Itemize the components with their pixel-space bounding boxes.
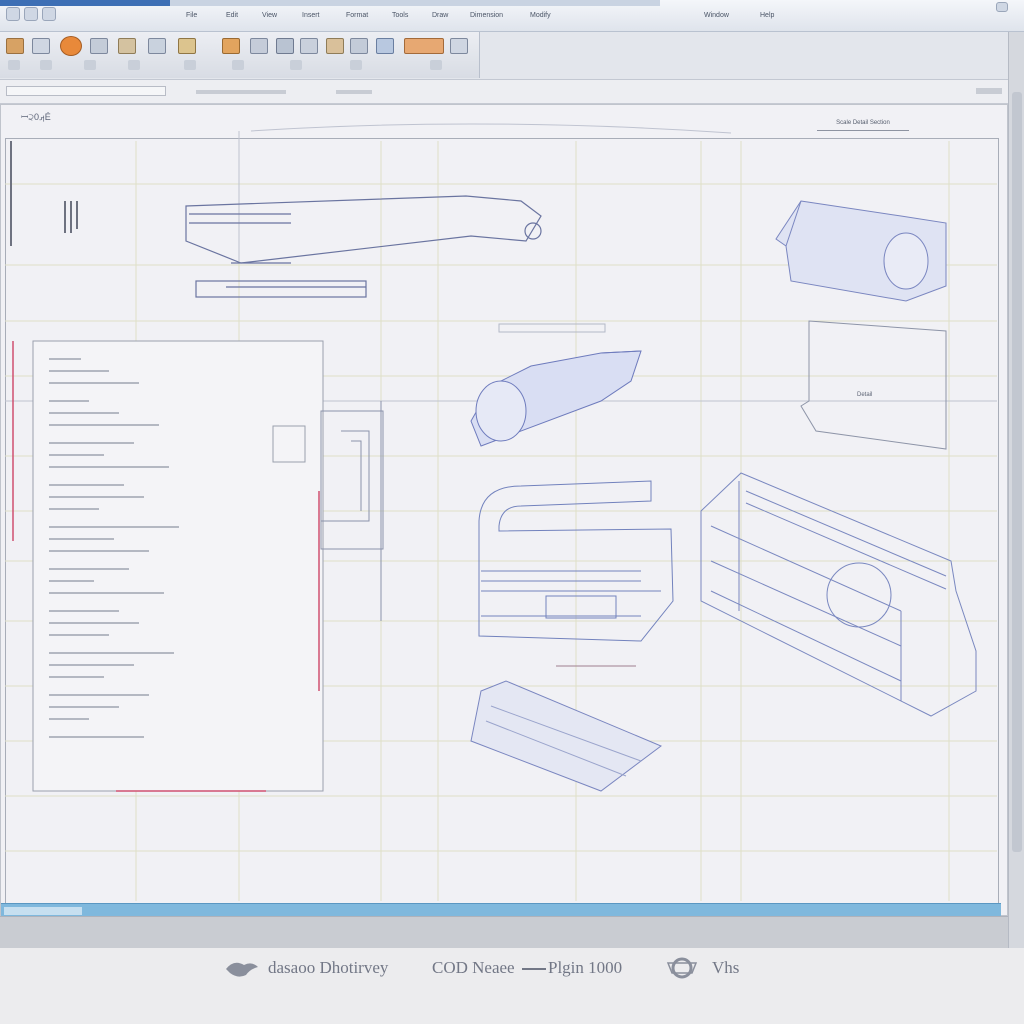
rectangle-tool-icon[interactable]	[118, 38, 136, 54]
gear-logo-icon	[666, 957, 698, 979]
command-line-input[interactable]	[6, 86, 166, 96]
cad-drawing: Detail	[5, 123, 997, 901]
save-icon[interactable]	[24, 7, 38, 21]
menu-insert[interactable]: Insert	[302, 12, 320, 19]
snap-icon[interactable]	[8, 60, 20, 70]
caption-part-1: dasaoo Dhotirvey	[268, 958, 389, 977]
menu-help[interactable]: Help	[760, 12, 774, 19]
caption-part-4: Vhs	[712, 958, 740, 977]
array-tool-icon[interactable]	[376, 38, 394, 54]
menu-view[interactable]: View	[262, 12, 277, 19]
menu-draw[interactable]: Draw	[432, 12, 448, 19]
title-tab-strip	[170, 0, 660, 6]
status-bar	[0, 916, 1008, 948]
layout-icon[interactable]	[430, 60, 442, 70]
menu-format[interactable]: Format	[346, 12, 368, 19]
layer-dropdown[interactable]	[196, 90, 286, 94]
line-tool-icon[interactable]	[6, 38, 24, 54]
detail-view: Detail	[800, 320, 947, 450]
title-bar: File Edit View Insert Format Tools Draw …	[0, 0, 1024, 32]
tray-part	[470, 680, 662, 792]
cad-application: File Edit View Insert Format Tools Draw …	[0, 0, 1024, 1024]
vertical-scroll-thumb[interactable]	[1012, 92, 1022, 852]
eagle-logo-icon	[226, 962, 258, 977]
detail-label: Detail	[857, 392, 872, 398]
menu-tools[interactable]: Tools	[392, 12, 408, 19]
isometric-part-2	[470, 323, 642, 447]
move-tool-icon[interactable]	[178, 38, 196, 54]
arc-tool-icon[interactable]	[90, 38, 108, 54]
rotate-tool-icon[interactable]	[250, 38, 268, 54]
hatch-tool-icon[interactable]	[148, 38, 166, 54]
undo-icon[interactable]	[42, 7, 56, 21]
notes-table	[12, 340, 324, 792]
caption-part-3: Plgin 1000	[548, 958, 623, 977]
ribbon-toolbar	[0, 32, 1024, 80]
offset-tool-icon[interactable]	[350, 38, 368, 54]
isometric-part-1	[775, 200, 947, 302]
drawing-canvas[interactable]: ꟷ੨ࡕ0É Scale Detail Section Detail	[0, 104, 1008, 917]
osnap-icon[interactable]	[184, 60, 196, 70]
copy-tool-icon[interactable]	[222, 38, 240, 54]
title-accent	[0, 0, 170, 6]
properties-tool-icon[interactable]	[450, 38, 468, 54]
polyline-tool-icon[interactable]	[32, 38, 50, 54]
extend-tool-icon[interactable]	[326, 38, 344, 54]
otrack-icon[interactable]	[232, 60, 244, 70]
mirror-tool-icon[interactable]	[276, 38, 294, 54]
lineweight-icon[interactable]	[290, 60, 302, 70]
linetype-dropdown[interactable]	[336, 90, 372, 94]
trim-tool-icon[interactable]	[300, 38, 318, 54]
model-icon[interactable]	[350, 60, 362, 70]
menu-modify[interactable]: Modify	[530, 12, 551, 19]
menu-window[interactable]: Window	[704, 12, 729, 19]
close-icon[interactable]	[996, 2, 1008, 12]
vertical-scrollbar[interactable]	[1008, 32, 1024, 948]
menu-file[interactable]: File	[186, 12, 197, 19]
frame-assembly	[700, 472, 977, 717]
command-strip	[0, 80, 1024, 104]
layer-tool-icon[interactable]	[404, 38, 444, 54]
viewport-controls[interactable]	[976, 88, 1002, 94]
ortho-icon[interactable]	[84, 60, 96, 70]
menu-edit[interactable]: Edit	[226, 12, 238, 19]
horizontal-scrollbar[interactable]	[1, 903, 1001, 917]
app-menu-icon[interactable]	[6, 7, 20, 21]
menu-dimension[interactable]: Dimension	[470, 12, 503, 19]
caption-part-2: COD Neaee	[432, 958, 515, 977]
axis-mark	[10, 141, 78, 246]
circle-tool-icon[interactable]	[60, 36, 82, 56]
layout-tab-model[interactable]	[4, 907, 82, 915]
caption-dash	[522, 968, 546, 970]
ribbon-panel-draw	[0, 32, 480, 78]
polar-icon[interactable]	[128, 60, 140, 70]
grid-icon[interactable]	[40, 60, 52, 70]
